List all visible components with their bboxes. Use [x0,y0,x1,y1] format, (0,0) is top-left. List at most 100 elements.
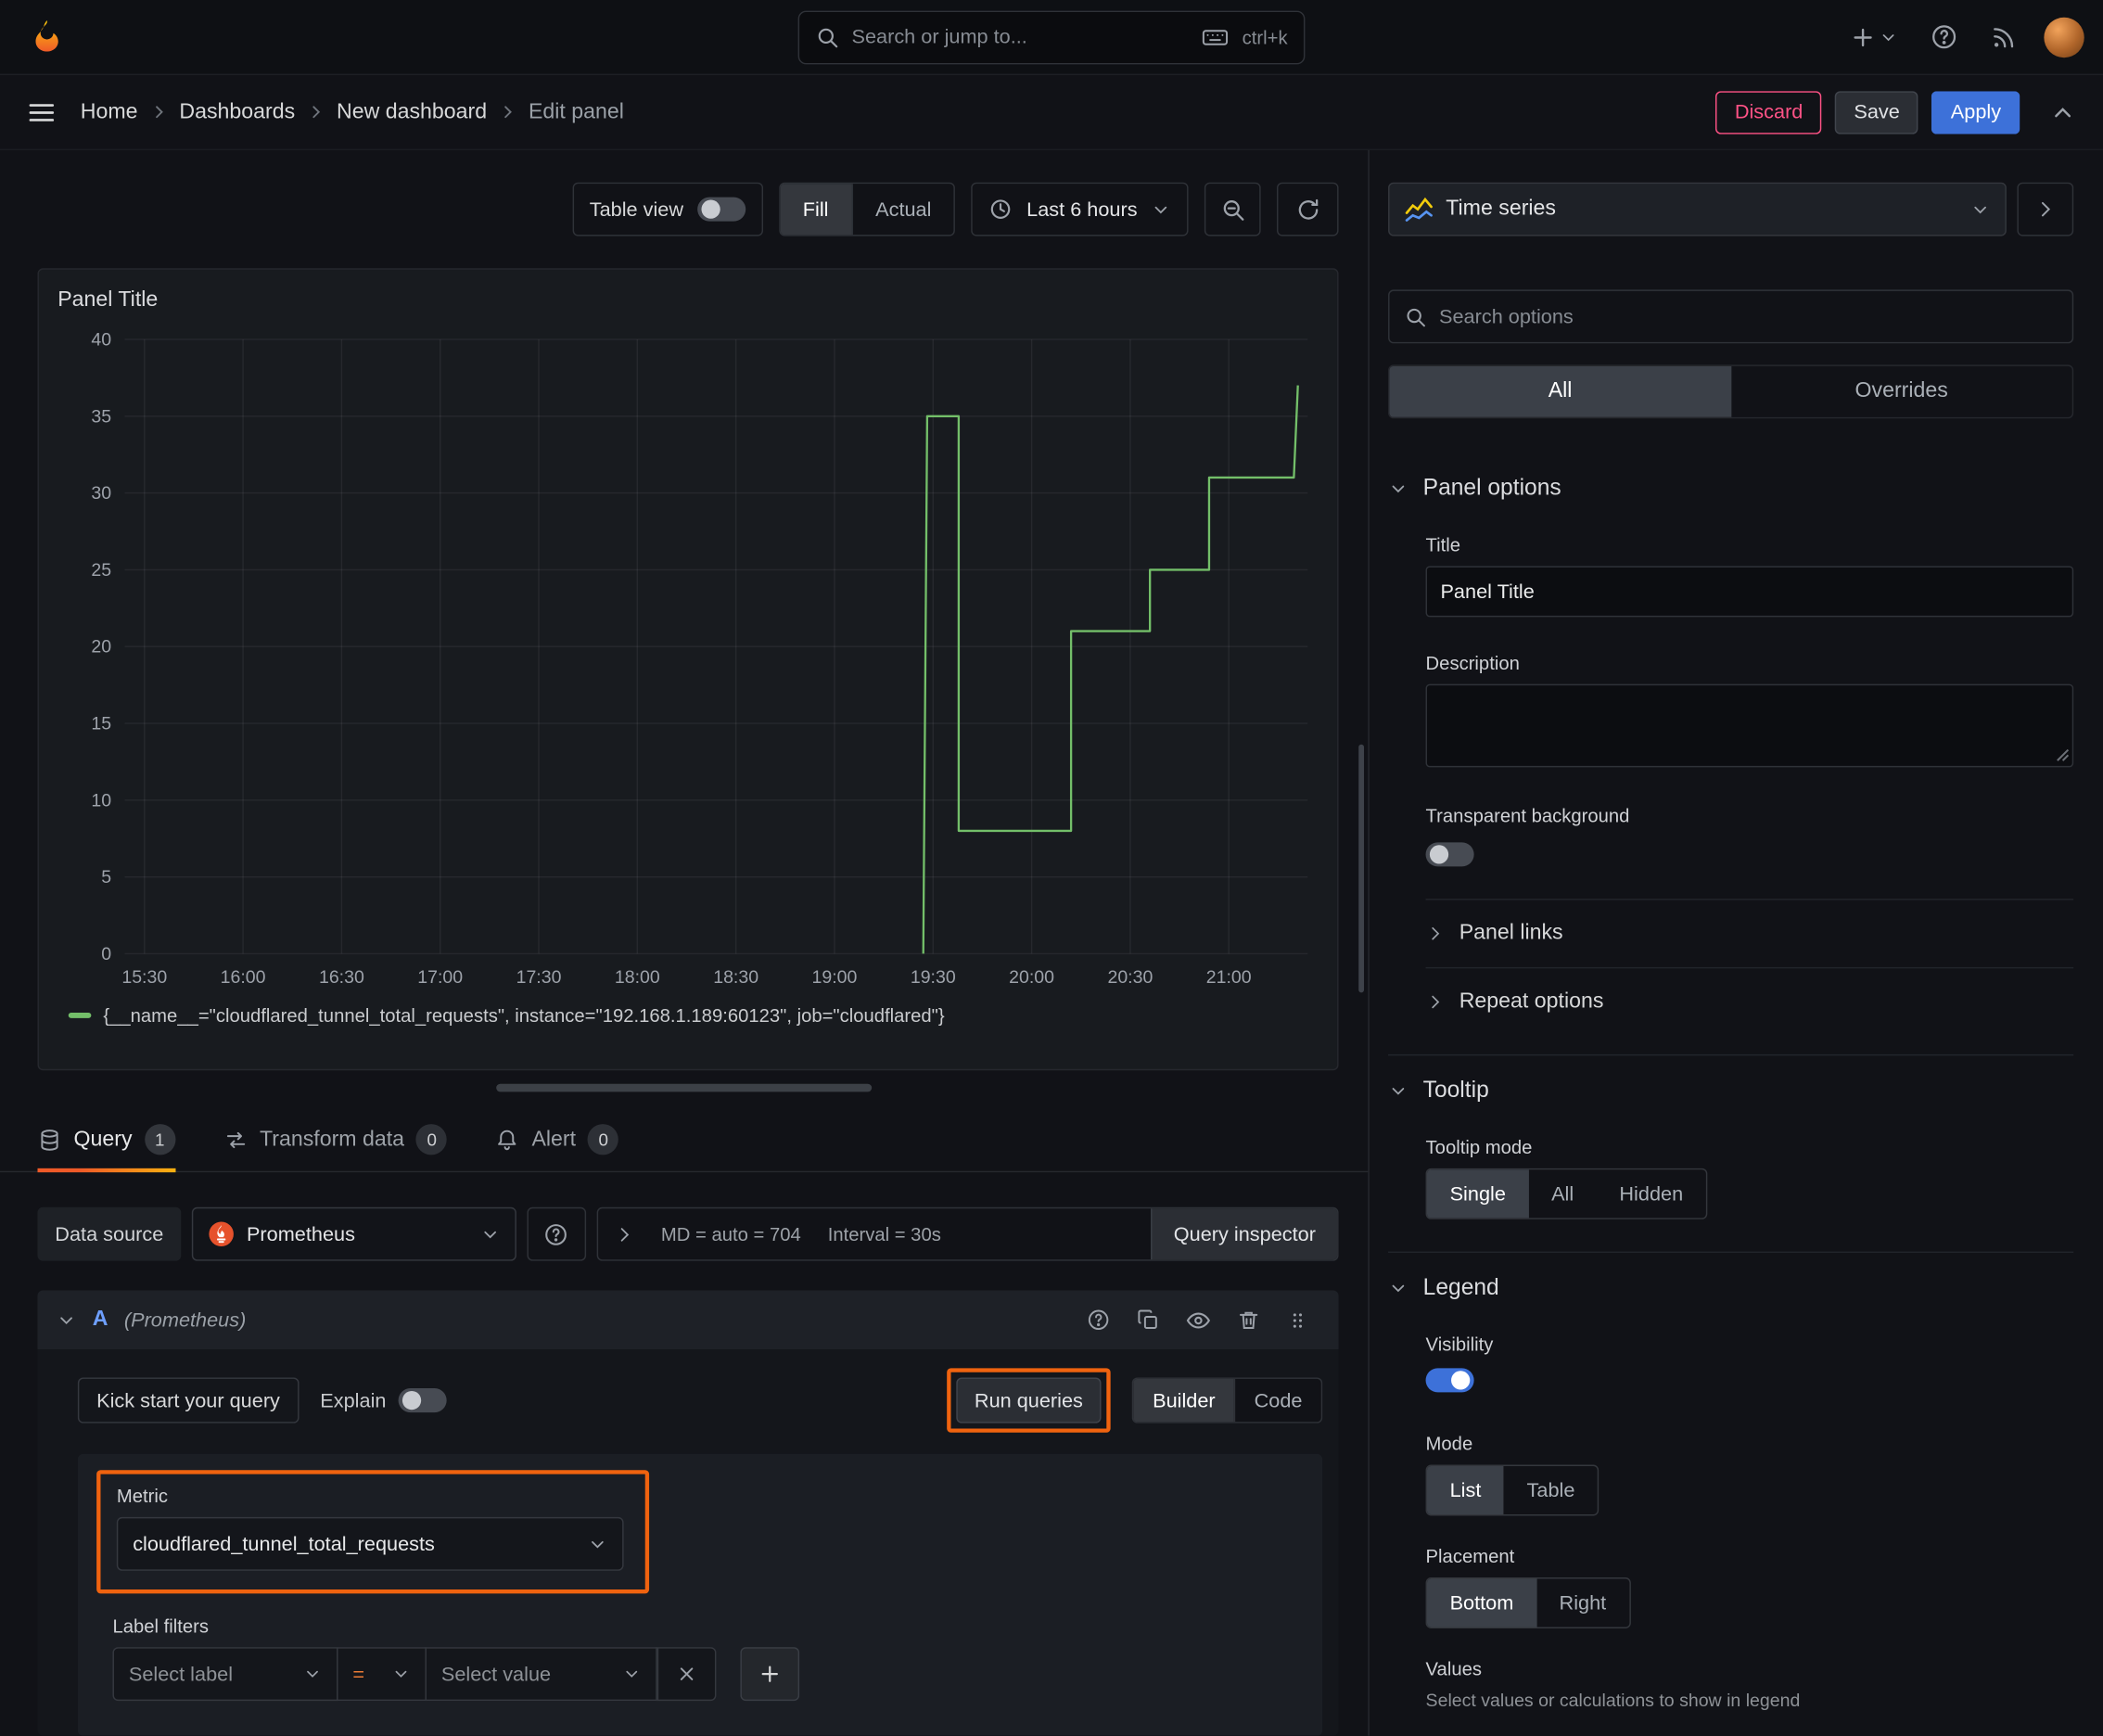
query-row-body: Kick start your query Explain Run querie… [37,1349,1339,1736]
tab-alert[interactable]: Alert 0 [495,1108,619,1171]
chevron-down-icon [1388,479,1408,499]
metric-highlight: Metric cloudflared_tunnel_total_requests [96,1470,650,1594]
explain-control: Explain [320,1388,447,1413]
preview-toolbar: Table view Fill Actual Last 6 hours [0,150,1368,236]
chevron-right-icon [499,103,516,121]
legend-section-header[interactable]: Legend [1388,1251,2074,1318]
legend-series-label[interactable]: {__name__="cloudflared_tunnel_total_requ… [103,1004,944,1026]
apply-button[interactable]: Apply [1931,90,2020,134]
table-view-toggle[interactable] [696,197,746,222]
drag-handle-icon[interactable] [1286,1308,1309,1332]
query-row-header[interactable]: A (Prometheus) [37,1290,1339,1350]
panel-title[interactable]: Panel Title [55,288,1320,313]
database-icon [38,1128,62,1152]
global-search-input[interactable] [851,25,1189,49]
legend-swatch[interactable] [68,1013,92,1018]
legend-mode-list[interactable]: List [1427,1465,1504,1515]
news-button[interactable] [1985,19,2023,57]
chevron-right-icon[interactable] [614,1224,634,1245]
breadcrumb-dashboards[interactable]: Dashboards [179,100,295,124]
select-label-dropdown[interactable]: Select label [112,1647,338,1702]
search-shortcut-label: ctrl+k [1242,26,1288,48]
tab-all[interactable]: All [1389,365,1731,417]
visual-query-builder: Metric cloudflared_tunnel_total_requests… [77,1453,1323,1736]
trash-icon[interactable] [1237,1308,1261,1332]
grafana-logo-icon[interactable] [27,17,67,57]
explain-toggle[interactable] [398,1388,447,1413]
legend-mode-table[interactable]: Table [1504,1466,1598,1514]
tooltip-mode-hidden[interactable]: Hidden [1597,1169,1706,1218]
svg-text:18:30: 18:30 [713,967,758,988]
placement-right[interactable]: Right [1536,1578,1629,1627]
global-search[interactable]: ctrl+k [797,9,1306,64]
label-filters-row: Select label = Select value [112,1647,1304,1702]
resize-handle-icon[interactable] [2056,748,2070,761]
datasource-help-button[interactable] [527,1206,586,1261]
time-range-picker[interactable]: Last 6 hours [971,182,1189,236]
zoom-out-icon [1220,197,1245,222]
viz-type-picker[interactable]: Time series [1388,182,2007,236]
run-queries-button[interactable]: Run queries [955,1377,1102,1423]
zoom-out-time-button[interactable] [1204,182,1261,236]
panel-links-section[interactable]: Panel links [1425,899,2074,967]
panel-options-section-header[interactable]: Panel options [1388,453,2073,517]
operator-dropdown[interactable]: = [338,1647,427,1702]
new-button[interactable] [1844,19,1904,57]
tab-overrides[interactable]: Overrides [1731,366,2072,417]
user-avatar[interactable] [2044,17,2084,57]
select-value-placeholder: Select value [440,1662,552,1686]
panel-resize-handle[interactable] [496,1083,873,1092]
collapse-options-button[interactable] [2017,182,2074,236]
placement-bottom[interactable]: Bottom [1427,1578,1536,1628]
remove-filter-button[interactable] [656,1647,717,1702]
options-search[interactable] [1388,289,2074,344]
chevron-down-icon [1151,199,1171,220]
legend-visibility-toggle[interactable] [1425,1368,1474,1393]
vertical-scrollbar[interactable] [1358,744,1365,993]
timeseries-chart[interactable]: 0 5 10 15 20 25 30 35 40 15:30 16:00 16:30 17:00 17:3… [55,326,1319,993]
svg-text:30: 30 [91,483,111,504]
search-icon [815,25,839,49]
actual-option[interactable]: Actual [851,184,954,236]
copy-icon[interactable] [1136,1308,1160,1332]
svg-text:15:30: 15:30 [121,967,167,988]
select-value-dropdown[interactable]: Select value [426,1647,657,1702]
query-row-actions [1087,1308,1309,1333]
breadcrumb-edit-panel: Edit panel [528,99,624,123]
query-inspector-button[interactable]: Query inspector [1151,1208,1338,1260]
add-filter-button[interactable] [740,1647,800,1702]
refresh-button[interactable] [1277,182,1339,236]
metric-select[interactable]: cloudflared_tunnel_total_requests [116,1516,624,1571]
description-field-label: Description [1425,651,1520,674]
query-ref-id[interactable]: A [93,1308,108,1332]
save-button[interactable]: Save [1835,90,1919,134]
repeat-options-section[interactable]: Repeat options [1425,966,2074,1036]
tab-query[interactable]: Query 1 [37,1108,175,1173]
code-option[interactable]: Code [1233,1378,1321,1423]
breadcrumb-home[interactable]: Home [81,100,138,124]
panel-description-input[interactable] [1425,683,2074,768]
options-search-input[interactable] [1439,305,2058,328]
chevron-down-icon[interactable] [57,1309,77,1330]
help-circle-icon[interactable] [1087,1308,1111,1332]
help-button[interactable] [1925,18,1964,57]
metric-label: Metric [116,1485,168,1507]
builder-option[interactable]: Builder [1133,1378,1234,1423]
tooltip-mode-single[interactable]: Single [1427,1169,1529,1219]
transparent-bg-toggle[interactable] [1425,842,1474,867]
kick-start-button[interactable]: Kick start your query [77,1377,300,1423]
prometheus-icon [208,1220,235,1247]
tooltip-mode-all[interactable]: All [1529,1169,1597,1218]
tab-transform[interactable]: Transform data 0 [223,1108,448,1171]
breadcrumb-new-dashboard[interactable]: New dashboard [337,100,487,124]
eye-icon[interactable] [1186,1308,1211,1333]
panel-title-input[interactable] [1425,566,2074,618]
datasource-picker[interactable]: Prometheus [191,1206,516,1261]
top-bar: ctrl+k [0,0,2103,76]
collapse-header-button[interactable] [2044,94,2082,132]
label-filter-group: Select label = Select value [112,1647,717,1702]
mega-menu-toggle[interactable] [21,92,61,132]
fill-option[interactable]: Fill [780,184,852,236]
discard-button[interactable]: Discard [1715,90,1822,134]
tooltip-section-header[interactable]: Tooltip [1388,1053,2074,1120]
